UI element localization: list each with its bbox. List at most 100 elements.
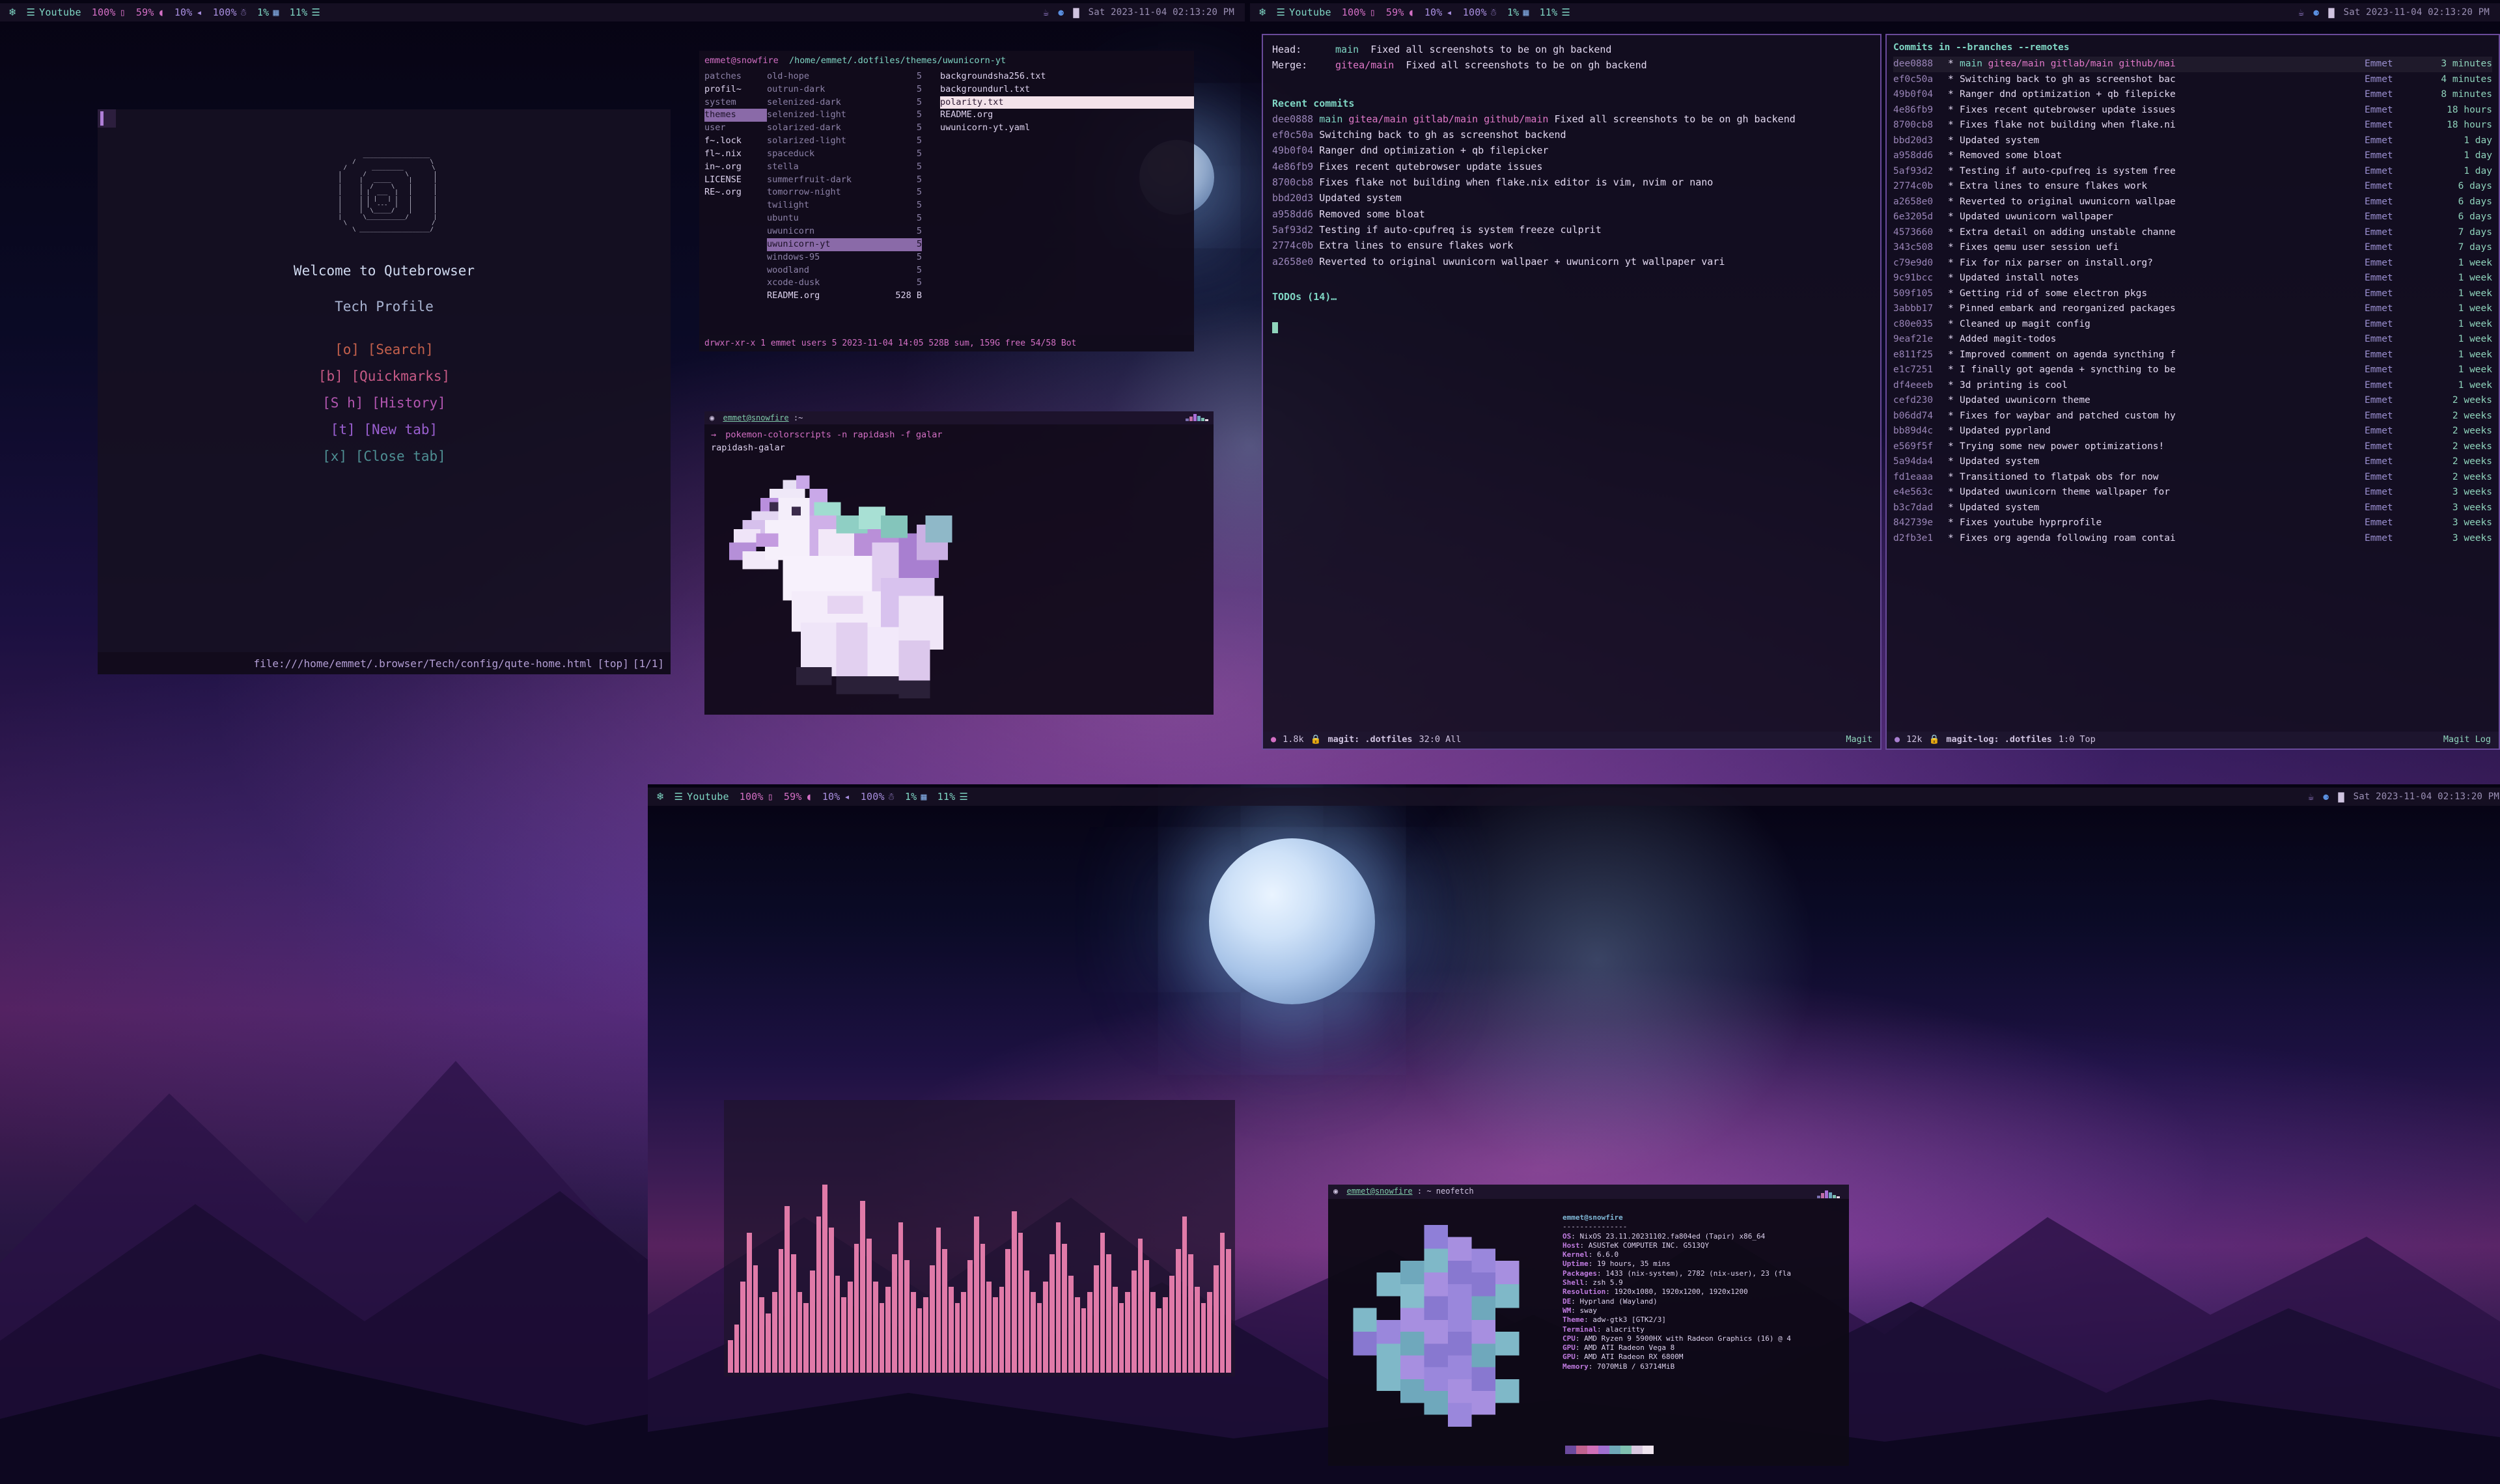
ranger-column-current[interactable]: old-hope outrun-dark selenized-dark seleniz… bbox=[767, 70, 895, 303]
qute-link-quickmarks[interactable]: [b] [Quickmarks] bbox=[98, 363, 671, 390]
emacs-magit-window[interactable]: Head: main Fixed all screenshots to be o… bbox=[1262, 34, 1882, 750]
magit-log-row[interactable]: 9c91bcc * Updated install notes Emmet 1 week bbox=[1893, 271, 2492, 286]
qute-link-newtab[interactable]: [t] [New tab] bbox=[98, 417, 671, 443]
ranger-parent-item[interactable]: fl~.nix bbox=[704, 148, 767, 161]
magit-log-row[interactable]: e1c7251 * I finally got agenda + syncthing… bbox=[1893, 363, 2492, 378]
neofetch-window[interactable]: ◉ emmet@snowfire : ~ neofetch emmet@snow… bbox=[1328, 1185, 1849, 1466]
ranger-current-item[interactable]: tomorrow-night bbox=[767, 186, 895, 199]
ranger-parent-item[interactable]: user bbox=[704, 122, 767, 135]
ranger-current-item[interactable]: uwunicorn-yt bbox=[767, 238, 895, 251]
ranger-preview-item[interactable]: backgroundurl.txt bbox=[940, 83, 1194, 96]
qutebrowser-window[interactable]: ___________________ / \ / _________ \ | … bbox=[98, 109, 671, 674]
magit-log-row-list[interactable]: dee0888 * main gitea/main gitlab/main gith… bbox=[1893, 57, 2492, 546]
volume-module-2[interactable]: 10% ◂ bbox=[1424, 7, 1452, 18]
magit-log-row[interactable]: 4573660 * Extra detail on adding unstable … bbox=[1893, 225, 2492, 240]
ranger-current-item[interactable]: spaceduck bbox=[767, 148, 895, 161]
ranger-current-item[interactable]: woodland bbox=[767, 264, 895, 277]
magit-log-row[interactable]: 6e3205d * Updated uwunicorn wallpaper Emmet… bbox=[1893, 210, 2492, 225]
caffeine-icon[interactable]: ☕ bbox=[2298, 7, 2304, 18]
magit-commit-row[interactable]: 5af93d2 Testing if auto-cpufreq is syste… bbox=[1272, 222, 1871, 238]
ranger-parent-item[interactable]: system bbox=[704, 96, 767, 109]
ranger-parent-item[interactable]: LICENSE bbox=[704, 174, 767, 187]
menu-icon-2[interactable]: ☰ bbox=[1561, 7, 1570, 18]
magit-log-row[interactable]: 509f105 * Getting rid of some electron pkg… bbox=[1893, 286, 2492, 301]
ranger-current-item[interactable]: solarized-light bbox=[767, 135, 895, 148]
magit-log-row[interactable]: 4e86fb9 * Fixes recent qutebrowser update … bbox=[1893, 103, 2492, 118]
magit-log-row[interactable]: c80e035 * Cleaned up magit config Emmet 1 we… bbox=[1893, 317, 2492, 332]
ranger-current-item[interactable]: summerfruit-dark bbox=[767, 174, 895, 187]
magit-log-row[interactable]: c79e9d0 * Fix for nix parser on install.or… bbox=[1893, 256, 2492, 271]
ranger-parent-item[interactable]: patches bbox=[704, 70, 767, 83]
magit-log-row[interactable]: a2658e0 * Reverted to original uwunicorn w… bbox=[1893, 195, 2492, 210]
ranger-parent-item[interactable]: in~.org bbox=[704, 161, 767, 174]
magit-log-row[interactable]: cefd230 * Updated uwunicorn theme Emmet 2 we… bbox=[1893, 393, 2492, 408]
magit-log-row[interactable]: b06dd74 * Fixes for waybar and patched cus… bbox=[1893, 409, 2492, 424]
brightness-module-2[interactable]: 59% ◖ bbox=[1386, 7, 1414, 18]
battery-module-3[interactable]: 100% ▯ bbox=[740, 791, 773, 803]
ranger-parent-item[interactable]: RE~.org bbox=[704, 186, 767, 199]
ranger-preview-item[interactable]: polarity.txt bbox=[940, 96, 1194, 109]
bluetooth-icon-3[interactable]: ⚈ bbox=[2323, 791, 2329, 802]
ranger-current-item[interactable]: solarized-dark bbox=[767, 122, 895, 135]
memory-module-3[interactable]: 11% ☰ bbox=[938, 791, 968, 803]
battery-module[interactable]: 100% ▯ bbox=[92, 7, 126, 18]
menu-icon-3[interactable]: ☰ bbox=[959, 791, 968, 802]
caffeine-icon-3[interactable]: ☕ bbox=[2308, 791, 2314, 802]
mug-icon[interactable]: ☕ bbox=[1043, 7, 1049, 18]
magit-log-row[interactable]: fd1eaaa * Transitioned to flatpak obs for … bbox=[1893, 470, 2492, 485]
cpu-module-3[interactable]: 1% ▦ bbox=[905, 791, 927, 803]
volume-module-3[interactable]: 10% ◂ bbox=[822, 791, 850, 803]
magit-log-row[interactable]: 5a94da4 * Updated system Emmet 2 weeks bbox=[1893, 454, 2492, 469]
ranger-current-item[interactable]: stella bbox=[767, 161, 895, 174]
magit-log-row[interactable]: bbd20d3 * Updated system Emmet 1 day bbox=[1893, 133, 2492, 148]
volume-module[interactable]: 10% ◂ bbox=[174, 7, 202, 18]
ranger-current-item[interactable]: twilight bbox=[767, 199, 895, 212]
memory-module-2[interactable]: 11% ☰ bbox=[1540, 7, 1570, 18]
magit-log-row[interactable]: 49b0f04 * Ranger dnd optimization + qb fil… bbox=[1893, 87, 2492, 102]
nixos-snowflake-icon[interactable]: ❄ bbox=[9, 7, 16, 18]
magit-todos-heading[interactable]: TODOs (14)… bbox=[1272, 289, 1871, 305]
memory-module[interactable]: 11% ☰ bbox=[290, 7, 320, 18]
ranger-parent-item[interactable]: profil~ bbox=[704, 83, 767, 96]
qute-tabbar[interactable] bbox=[98, 109, 116, 128]
magit-commit-row[interactable]: 2774c0b Extra lines to ensure flakes wor… bbox=[1272, 238, 1871, 253]
magit-commit-row[interactable]: 49b0f04 Ranger dnd optimization + qb fil… bbox=[1272, 143, 1871, 158]
magit-log-row[interactable]: 343c508 * Fixes qemu user session uefi Emme… bbox=[1893, 240, 2492, 255]
magit-log-row[interactable]: 8700cb8 * Fixes flake not building when fl… bbox=[1893, 118, 2492, 133]
ranger-current-item[interactable]: selenized-light bbox=[767, 109, 895, 122]
nixos-snowflake-icon-3[interactable]: ❄ bbox=[657, 791, 663, 803]
magit-commit-row[interactable]: dee0888 main gitea/main gitlab/main gith… bbox=[1272, 111, 1871, 127]
magit-log-row[interactable]: d2fb3e1 * Fixes org agenda following roam … bbox=[1893, 531, 2492, 546]
network-signal-icon[interactable]: ▇ bbox=[1073, 7, 1079, 18]
ranger-parent-item[interactable]: themes bbox=[704, 109, 767, 122]
magit-log-row[interactable]: bb89d4c * Updated pyprland Emmet 2 weeks bbox=[1893, 424, 2492, 439]
qute-link-closetab[interactable]: [x] [Close tab] bbox=[98, 443, 671, 470]
magit-log-row[interactable]: e569f5f * Trying some new power optimizati… bbox=[1893, 439, 2492, 454]
magit-commit-row[interactable]: a958dd6 Removed some bloat bbox=[1272, 206, 1871, 222]
magit-log-row[interactable]: df4eeeb * 3d printing is cool Emmet 1 week bbox=[1893, 378, 2492, 393]
magit-log-row[interactable]: ef0c50a * Switching back to gh as screensh… bbox=[1893, 72, 2492, 87]
neofetch-titlebar[interactable]: ◉ emmet@snowfire : ~ neofetch bbox=[1328, 1185, 1849, 1199]
magit-commit-row[interactable]: 8700cb8 Fixes flake not building when fl… bbox=[1272, 174, 1871, 190]
bluetooth-icon-2[interactable]: ⚈ bbox=[2313, 7, 2319, 18]
magit-log-row[interactable]: 9eaf21e * Added magit-todos Emmet 1 week bbox=[1893, 332, 2492, 347]
qute-link-history[interactable]: [S h] [History] bbox=[98, 390, 671, 417]
ranger-preview-item[interactable]: uwunicorn-yt.yaml bbox=[940, 122, 1194, 135]
bluetooth-icon[interactable]: ⚈ bbox=[1058, 7, 1064, 18]
ranger-column-parent[interactable]: patches profil~ system themes user f~.lock fl~… bbox=[704, 70, 767, 303]
magit-log-row[interactable]: a958dd6 * Removed some bloat Emmet 1 day bbox=[1893, 148, 2492, 163]
emacs-magit-log-window[interactable]: Commits in --branches --remotes dee0888 *… bbox=[1885, 34, 2500, 750]
menu-icon[interactable]: ☰ bbox=[311, 7, 320, 18]
ranger-current-item[interactable]: outrun-dark bbox=[767, 83, 895, 96]
ranger-current-item[interactable]: old-hope bbox=[767, 70, 895, 83]
magit-commit-row[interactable]: 4e86fb9 Fixes recent qutebrowser update … bbox=[1272, 159, 1871, 174]
magit-log-row[interactable]: 2774c0b * Extra lines to ensure flakes wor… bbox=[1893, 179, 2492, 194]
magit-commit-row[interactable]: bbd20d3 Updated system bbox=[1272, 190, 1871, 206]
mic-module-2[interactable]: 100% ☃ bbox=[1463, 7, 1497, 18]
ranger-current-item[interactable]: xcode-dusk bbox=[767, 277, 895, 290]
ranger-window[interactable]: emmet@snowfire /home/emmet/.dotfiles/the… bbox=[699, 51, 1194, 351]
network-signal-icon-2[interactable]: ▇ bbox=[2328, 7, 2334, 18]
magit-log-row[interactable]: e4e563c * Updated uwunicorn theme wallpape… bbox=[1893, 485, 2492, 500]
ranger-current-item[interactable]: README.org bbox=[767, 290, 895, 303]
ranger-current-item[interactable]: uwunicorn bbox=[767, 225, 895, 238]
